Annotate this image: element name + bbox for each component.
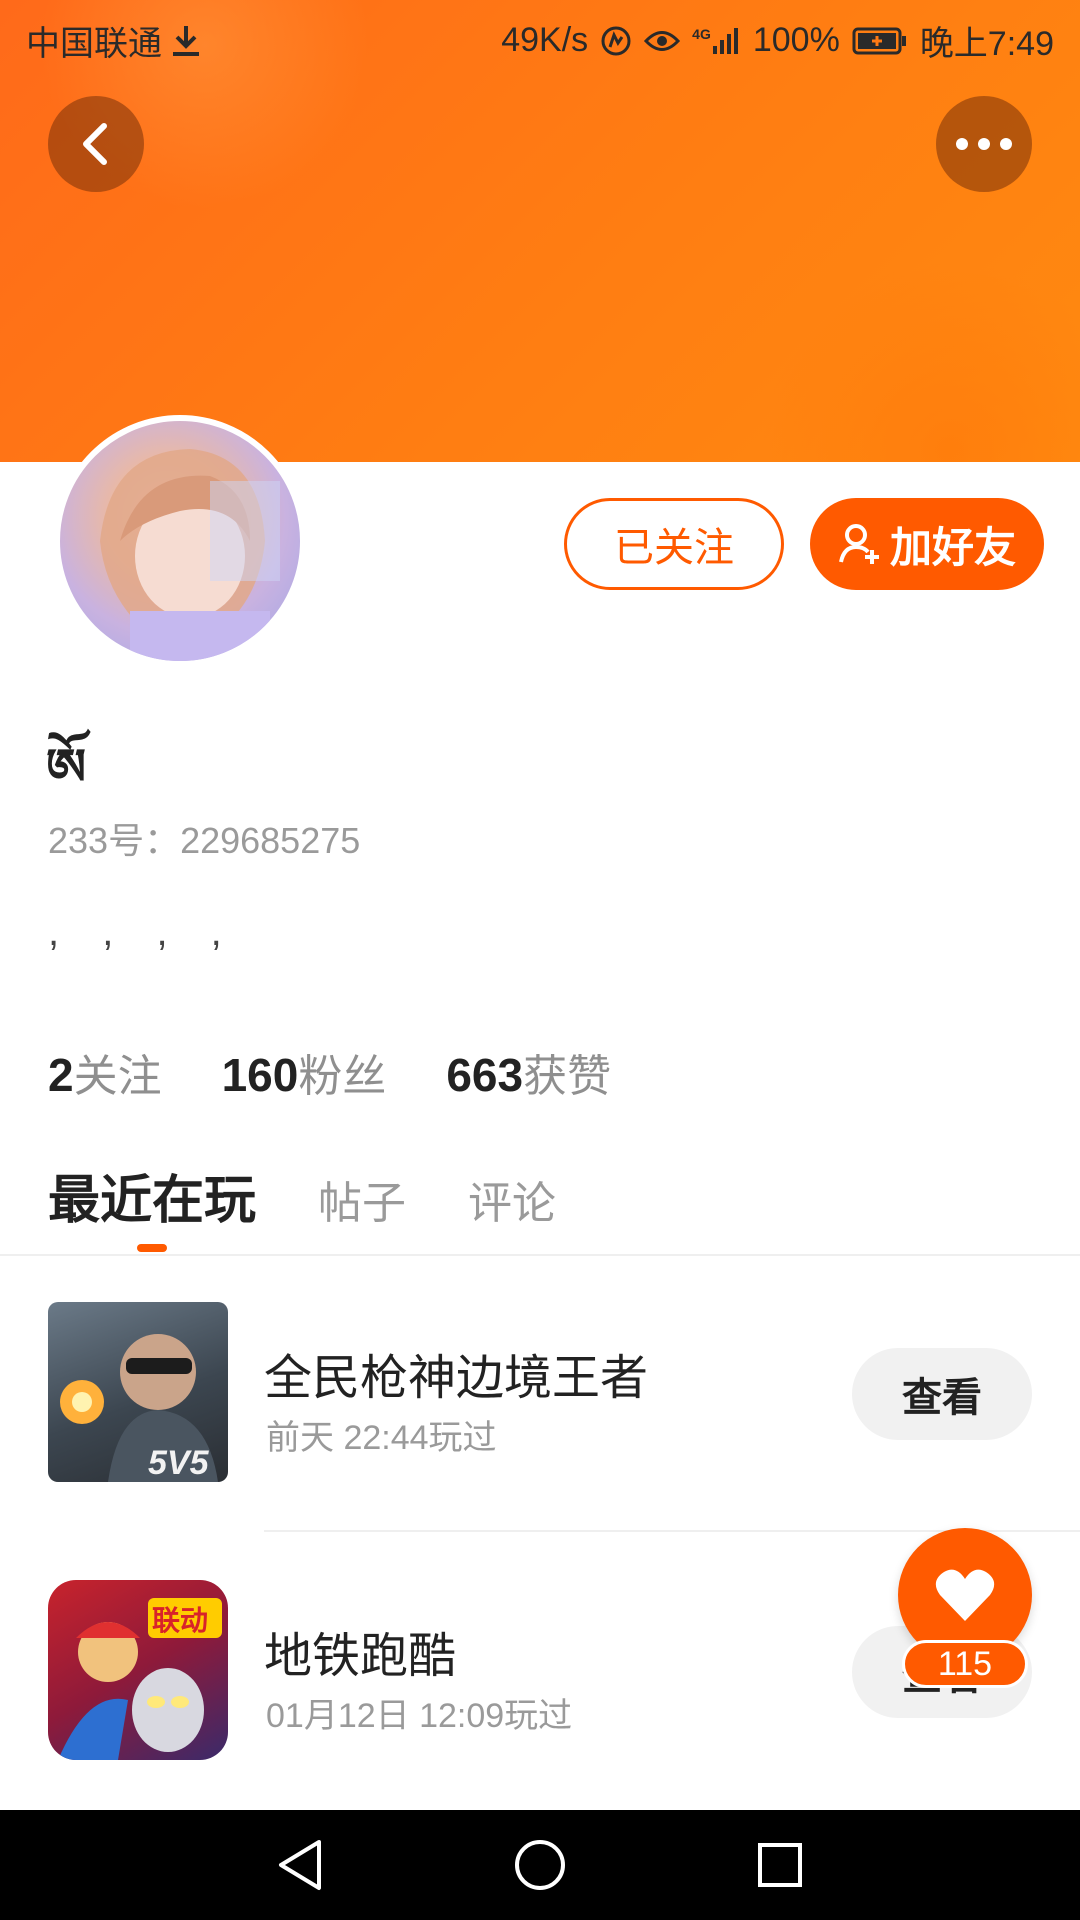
back-button[interactable] (48, 96, 144, 192)
user-id: 233号：229685275 (48, 820, 361, 861)
stat-following[interactable]: 2关注 (48, 1040, 162, 1104)
game-icon-text: 5V5 (148, 1444, 210, 1482)
status-bar: 中国联通 49K/s 4G 100% 晚上7:49 (0, 0, 1080, 76)
battery-icon (852, 27, 908, 55)
carrier-label: 中国联通 (26, 25, 162, 63)
eye-comfort-icon (644, 26, 681, 56)
circle-home-icon (513, 1838, 567, 1892)
download-icon (170, 24, 202, 58)
hd-call-icon (600, 25, 632, 57)
like-count: 115 (937, 1644, 993, 1683)
game-icon-text: 联动 (152, 1605, 208, 1636)
tab-recently-played[interactable]: 最近在玩 (48, 1158, 256, 1233)
tab-posts[interactable]: 帖子 (318, 1167, 406, 1231)
following-button[interactable]: 已关注 (564, 498, 784, 590)
game-icon-qmqs: 5V5 (48, 1302, 228, 1482)
tab-comments[interactable]: 评论 (468, 1167, 556, 1231)
stat-value: 160 (221, 1049, 299, 1101)
stat-likes[interactable]: 663获赞 (446, 1040, 611, 1104)
game-title: 全民枪神边境王者 (264, 1352, 649, 1405)
stat-label: 获赞 (523, 1052, 612, 1101)
stat-followers[interactable]: 160粉丝 (222, 1040, 387, 1104)
network-type: 4G (692, 25, 711, 42)
game-title: 地铁跑酷 (264, 1630, 457, 1683)
square-recents-icon (756, 1841, 804, 1889)
stat-value: 663 (446, 1049, 524, 1101)
battery-percent: 100% (752, 21, 840, 59)
active-tab-indicator (137, 1244, 167, 1252)
nav-back-button[interactable] (240, 1810, 360, 1920)
stat-label: 粉丝 (298, 1052, 387, 1101)
profile-tabs: 最近在玩 帖子 评论 (48, 1158, 556, 1233)
signal-icon: 4G (692, 26, 741, 56)
game-icon-subway-surfers: 联动 (48, 1580, 228, 1760)
more-dots-icon (954, 137, 1014, 151)
avatar[interactable] (54, 415, 306, 667)
add-friend-button[interactable]: 加好友 (810, 498, 1044, 590)
system-navigation-bar (0, 1810, 1080, 1920)
game-played-time: 01月12日 12:09玩过 (266, 1697, 573, 1735)
chevron-left-icon (76, 120, 116, 168)
game-played-time: 前天 22:44玩过 (266, 1419, 497, 1457)
game-list-item[interactable]: 5V5 全民枪神边境王者 前天 22:44玩过 查看 (0, 1290, 1080, 1530)
nav-recents-button[interactable] (720, 1810, 840, 1920)
network-speed: 49K/s (501, 21, 589, 59)
triangle-back-icon (275, 1838, 325, 1892)
heart-icon (934, 1567, 996, 1623)
following-label: 已关注 (614, 526, 734, 570)
stat-label: 关注 (73, 1052, 162, 1101)
avatar-illustration (100, 449, 280, 661)
more-options-button[interactable] (936, 96, 1032, 192)
add-friend-label: 加好友 (889, 523, 1016, 571)
view-game-button[interactable]: 查看 (852, 1348, 1032, 1440)
add-user-icon (838, 522, 882, 566)
profile-stats: 2关注 160粉丝 663获赞 (48, 1040, 611, 1104)
divider (0, 1254, 1080, 1256)
view-label: 查看 (902, 1376, 982, 1420)
nav-home-button[interactable] (480, 1810, 600, 1920)
like-count-badge: 115 (902, 1640, 1028, 1688)
user-bio: , , , , (48, 910, 238, 954)
banner-decoration (760, 260, 1080, 462)
stat-value: 2 (48, 1049, 74, 1101)
clock: 晚上7:49 (919, 25, 1054, 63)
